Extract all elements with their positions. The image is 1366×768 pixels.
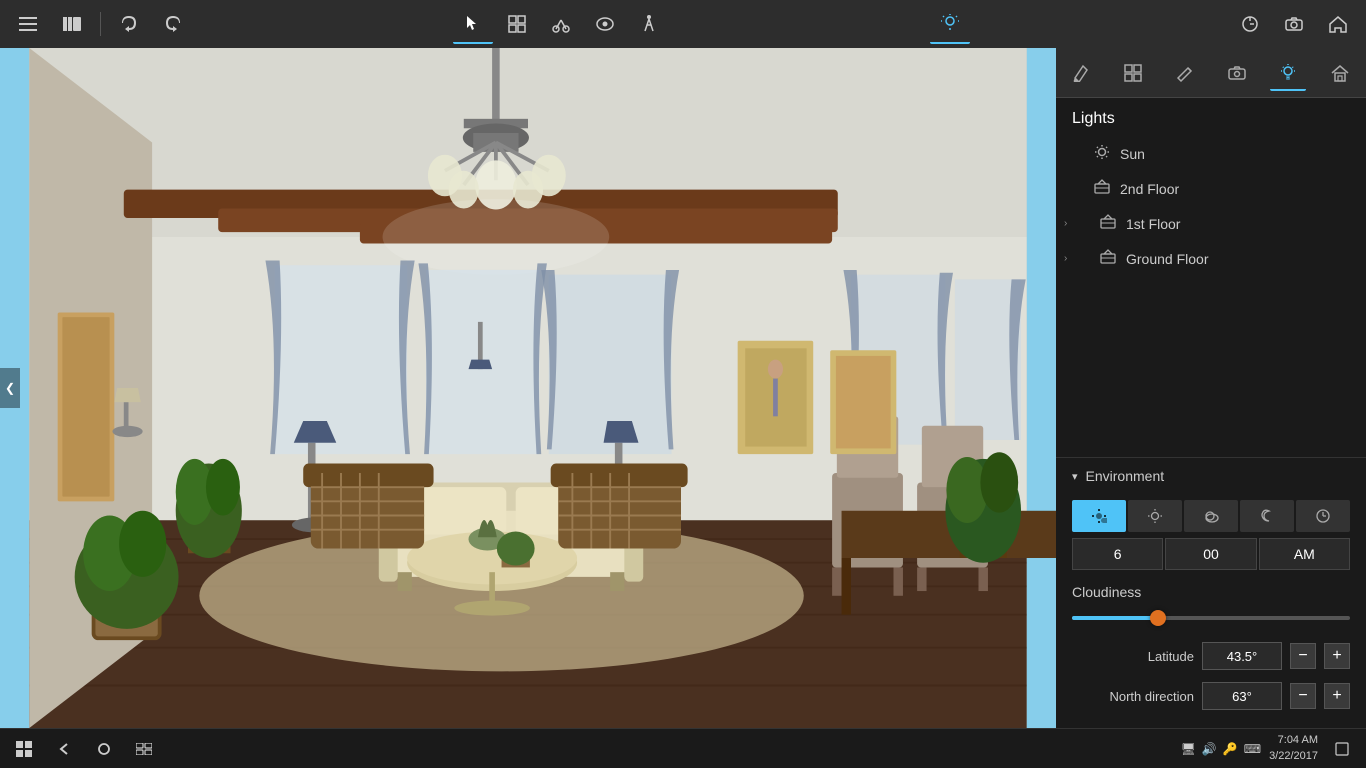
time-minutes-display: 00 [1165,538,1256,570]
main-area: ❮ Lights [0,48,1366,728]
floor-icon-ground [1100,249,1116,268]
panel-bottom-padding [1056,716,1366,728]
latitude-label: Latitude [1072,649,1194,664]
keyboard-icon[interactable]: ⌨ [1244,742,1261,756]
light-label-sun: Sun [1120,146,1350,162]
light-item-2nd-floor[interactable]: 2nd Floor [1056,171,1366,206]
top-toolbar [0,0,1366,48]
weather-custom-button[interactable] [1296,500,1350,532]
panel-camera-button[interactable] [1219,55,1255,91]
time-hour-display: 6 [1072,538,1163,570]
system-tray: 🖥 🔊 🔑 ⌨ [1181,742,1261,756]
latitude-input[interactable] [1202,642,1282,670]
light-item-1st-floor[interactable]: › 1st Floor [1056,206,1366,241]
north-direction-increase-button[interactable]: + [1324,683,1350,709]
panel-edit-button[interactable] [1167,55,1203,91]
lights-toolbar-button[interactable] [930,4,970,44]
view-button[interactable] [585,4,625,44]
light-label-1st-floor: 1st Floor [1126,216,1350,232]
right-panel: Lights Sun 2nd Floor › [1056,48,1366,728]
viewport[interactable]: ❮ [0,48,1056,728]
lights-section: Lights Sun 2nd Floor › [1056,98,1366,276]
library-button[interactable] [52,4,92,44]
cloudiness-section: Cloudiness [1056,576,1366,636]
weather-sunny-clear-button[interactable] [1072,500,1126,532]
light-label-2nd-floor: 2nd Floor [1120,181,1350,197]
floor-icon-2nd [1094,179,1110,198]
environment-section: ▾ Environment [1056,457,1366,728]
north-direction-label: North direction [1072,689,1194,704]
home-button[interactable] [1318,4,1358,44]
redo-button[interactable] [153,4,193,44]
left-nav-arrow[interactable]: ❮ [0,368,20,408]
key-icon[interactable]: 🔑 [1223,742,1238,756]
light-label-ground-floor: Ground Floor [1126,251,1350,267]
weather-sunny-button[interactable] [1128,500,1182,532]
panel-spacer [1056,276,1366,449]
north-direction-decrease-button[interactable]: − [1290,683,1316,709]
separator-1 [100,12,101,36]
time-inputs: 6 00 AM [1072,538,1350,570]
panel-paint-button[interactable] [1064,55,1100,91]
cloudiness-fill [1072,616,1155,620]
north-direction-row: North direction − + [1056,676,1366,716]
clock-time: 7:04 AM [1269,733,1318,748]
camera-button[interactable] [1274,4,1314,44]
back-button[interactable] [48,733,80,765]
menu-button[interactable] [8,4,48,44]
time-period-display: AM [1259,538,1350,570]
clock-display: 7:04 AM 3/22/2017 [1269,733,1318,764]
cloudiness-thumb[interactable] [1150,610,1166,626]
cut-button[interactable] [541,4,581,44]
panel-icon-bar [1056,48,1366,98]
weather-cloudy-button[interactable] [1184,500,1238,532]
cloudiness-slider[interactable] [1072,608,1350,628]
latitude-increase-button[interactable]: + [1324,643,1350,669]
weather-buttons [1072,500,1350,532]
1st-floor-expand-arrow: › [1064,218,1076,229]
weather-night-button[interactable] [1240,500,1294,532]
environment-header[interactable]: ▾ Environment [1056,458,1366,494]
task-view-button[interactable] [128,733,160,765]
measure-button[interactable] [1230,4,1270,44]
network-icon[interactable]: 🖥 [1181,742,1196,756]
lights-title: Lights [1056,98,1366,136]
environment-collapse-icon: ▾ [1072,470,1078,483]
select-tool-button[interactable] [453,4,493,44]
latitude-row: Latitude − + [1056,636,1366,676]
undo-button[interactable] [109,4,149,44]
sun-icon [1094,144,1110,163]
walk-button[interactable] [629,4,669,44]
light-item-ground-floor[interactable]: › Ground Floor [1056,241,1366,276]
taskbar: 🖥 🔊 🔑 ⌨ 7:04 AM 3/22/2017 [0,728,1366,768]
ground-floor-expand-arrow: › [1064,253,1076,264]
floor-icon-1st [1100,214,1116,233]
panel-lights-button[interactable] [1270,55,1306,91]
clock-date: 3/22/2017 [1269,749,1318,764]
environment-title: Environment [1086,468,1165,484]
notifications-button[interactable] [1326,733,1358,765]
volume-icon[interactable]: 🔊 [1202,742,1217,756]
cloudiness-track [1072,616,1350,620]
latitude-decrease-button[interactable]: − [1290,643,1316,669]
panel-layout-button[interactable] [1115,55,1151,91]
panel-house-button[interactable] [1322,55,1358,91]
cloudiness-label: Cloudiness [1072,584,1350,600]
start-button[interactable] [8,733,40,765]
search-button[interactable] [88,733,120,765]
north-direction-input[interactable] [1202,682,1282,710]
light-item-sun[interactable]: Sun [1056,136,1366,171]
objects-button[interactable] [497,4,537,44]
